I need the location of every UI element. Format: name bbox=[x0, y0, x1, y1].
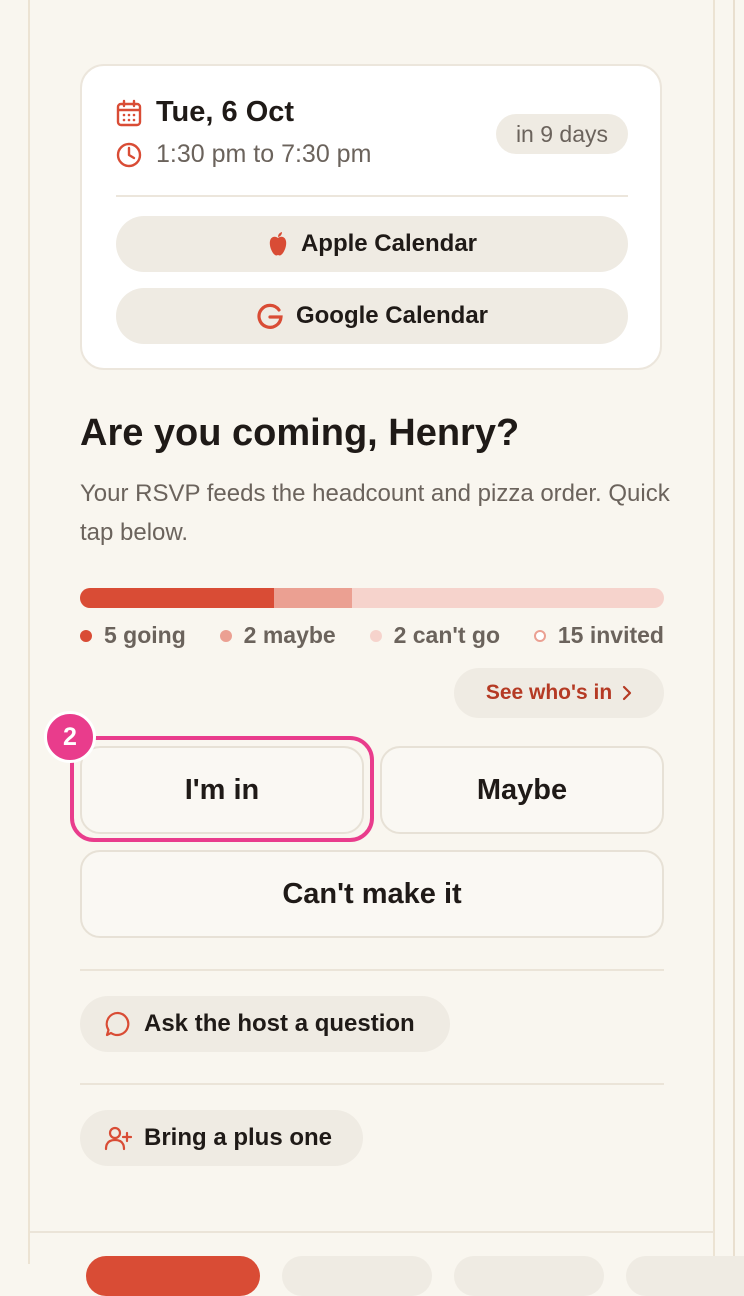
card-divider bbox=[116, 195, 628, 197]
bring-plus-one-label: Bring a plus one bbox=[144, 1124, 333, 1151]
progress-going-segment bbox=[80, 588, 274, 608]
legend-going: 5 going bbox=[80, 622, 186, 649]
legend-cant: 2 can't go bbox=[369, 622, 500, 649]
maybe-button[interactable]: Maybe bbox=[380, 746, 664, 834]
frame-border-left bbox=[28, 0, 30, 1264]
google-icon bbox=[257, 303, 283, 329]
cant-make-it-button[interactable]: Can't make it bbox=[80, 850, 664, 938]
maybe-dot-icon bbox=[219, 629, 232, 642]
ask-host-label: Ask the host a question bbox=[144, 1010, 415, 1037]
legend-maybe: 2 maybe bbox=[219, 622, 336, 649]
event-date-row: Tue, 6 Oct bbox=[116, 96, 294, 129]
bring-plus-one-button[interactable]: Bring a plus one bbox=[80, 1110, 363, 1166]
event-date: Tue, 6 Oct bbox=[156, 96, 295, 128]
step-highlight-outline bbox=[70, 736, 374, 842]
rsvp-legend: 5 going 2 maybe 2 can't go 15 invited bbox=[80, 622, 664, 649]
section-divider bbox=[80, 969, 664, 971]
legend-going-label: 5 going bbox=[104, 622, 186, 648]
rsvp-subtext: Your RSVP feeds the headcount and pizza … bbox=[80, 480, 670, 546]
going-dot-icon bbox=[80, 629, 92, 642]
bottom-tab[interactable] bbox=[282, 1256, 432, 1296]
clock-icon bbox=[116, 142, 142, 167]
event-time: 1:30 pm to 7:30 pm bbox=[156, 140, 372, 168]
footer-divider bbox=[30, 1231, 714, 1233]
apple-icon bbox=[269, 232, 287, 256]
event-time-row: 1:30 pm to 7:30 pm bbox=[116, 140, 371, 169]
countdown-badge: in 9 days bbox=[495, 114, 628, 154]
legend-cant-label: 2 can't go bbox=[393, 622, 500, 648]
cant-make-it-label: Can't make it bbox=[282, 877, 462, 910]
frame-outer-border bbox=[733, 0, 735, 1264]
rsvp-heading: Are you coming, Henry? bbox=[80, 412, 520, 454]
cant-dot-icon bbox=[369, 629, 382, 642]
see-whos-in-label: See who's in bbox=[485, 681, 613, 704]
google-calendar-button[interactable]: Google Calendar bbox=[116, 288, 628, 344]
rsvp-progress-bar bbox=[80, 588, 664, 608]
maybe-label: Maybe bbox=[476, 773, 568, 806]
calendar-icon bbox=[116, 99, 142, 126]
legend-invited-label: 15 invited bbox=[557, 622, 664, 648]
bottom-tab[interactable] bbox=[626, 1256, 744, 1296]
add-user-icon bbox=[104, 1126, 132, 1151]
see-whos-in-button[interactable]: See who's in bbox=[454, 668, 664, 718]
legend-invited: 15 invited bbox=[533, 622, 664, 649]
section-divider bbox=[80, 1083, 664, 1085]
invited-dot-icon bbox=[533, 629, 546, 642]
bottom-tab[interactable] bbox=[454, 1256, 604, 1296]
apple-calendar-label: Apple Calendar bbox=[300, 230, 478, 257]
legend-maybe-label: 2 maybe bbox=[243, 622, 336, 648]
ask-host-button[interactable]: Ask the host a question bbox=[80, 996, 450, 1052]
progress-maybe-segment bbox=[274, 588, 352, 608]
bottom-tab-active[interactable] bbox=[86, 1256, 260, 1296]
apple-calendar-button[interactable]: Apple Calendar bbox=[116, 216, 628, 272]
google-calendar-label: Google Calendar bbox=[295, 302, 489, 329]
frame-border-right bbox=[713, 0, 715, 1264]
chevron-right-icon bbox=[623, 685, 632, 701]
event-date-card: Tue, 6 Oct 1:30 pm to 7:30 pm in 9 days … bbox=[80, 64, 662, 370]
chat-bubble-icon bbox=[105, 1011, 130, 1037]
step-badge: 2 bbox=[44, 711, 96, 763]
